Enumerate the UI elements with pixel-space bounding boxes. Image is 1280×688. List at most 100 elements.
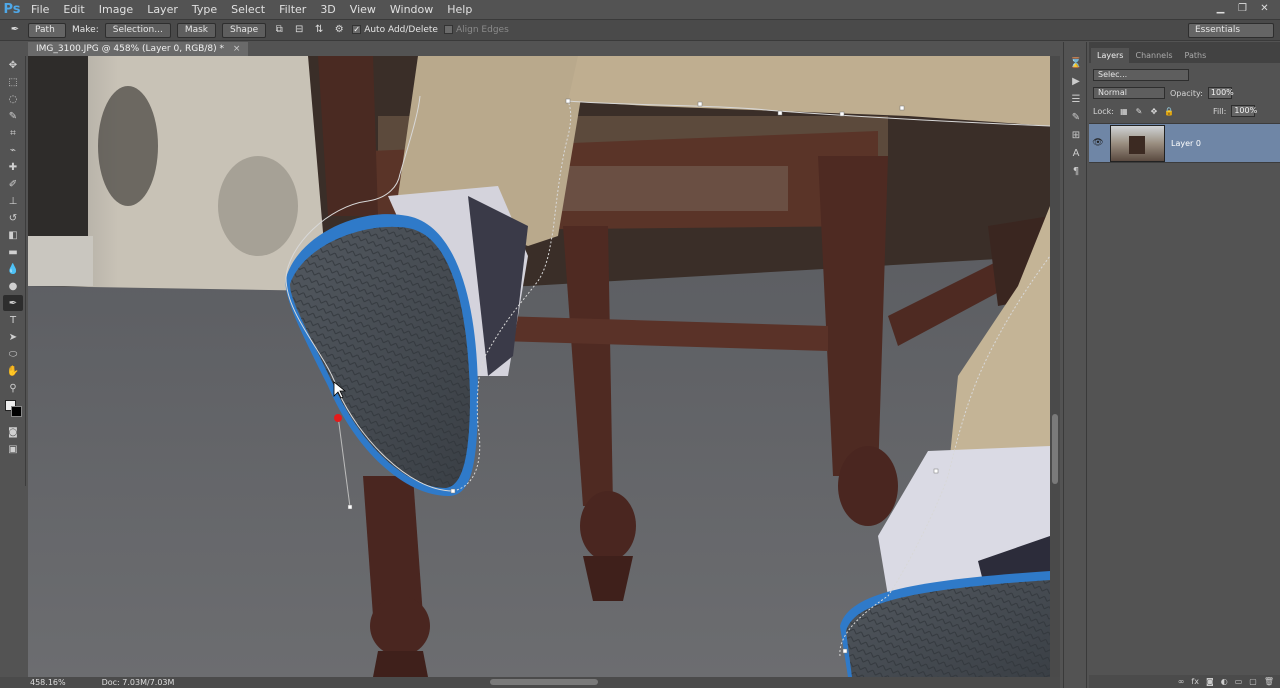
fill-field[interactable]: 100%	[1231, 105, 1257, 117]
brush-presets-icon[interactable]: ⊞	[1067, 128, 1085, 143]
color-swatches[interactable]	[2, 400, 24, 420]
make-selection-button[interactable]: Selection...	[104, 22, 171, 38]
add-mask-icon[interactable]: ◙	[1206, 677, 1214, 686]
eraser-tool-icon[interactable]: ◧	[3, 227, 23, 243]
brush-tool-icon[interactable]: ✐	[3, 176, 23, 192]
make-mask-button[interactable]: Mask	[176, 22, 216, 38]
vertical-scrollbar[interactable]	[1050, 56, 1060, 677]
menu-select[interactable]: Select	[224, 0, 272, 19]
document-canvas[interactable]	[28, 56, 1050, 677]
menu-view[interactable]: View	[343, 0, 383, 19]
minimize-button[interactable]: ▁	[1211, 2, 1230, 16]
menu-help[interactable]: Help	[440, 0, 479, 19]
menu-bar: Ps File Edit Image Layer Type Select Fil…	[0, 0, 1280, 19]
background-color-swatch[interactable]	[11, 406, 22, 417]
panel-tabs: Layers Channels Paths	[1089, 42, 1280, 63]
menu-window[interactable]: Window	[383, 0, 440, 19]
hand-tool-icon[interactable]: ✋	[3, 363, 23, 379]
lock-image-icon[interactable]: ✎	[1134, 107, 1144, 116]
screen-mode-icon[interactable]: ▣	[3, 441, 23, 457]
doc-size-info: Doc: 7.03M/7.03M	[101, 678, 175, 687]
paragraph-panel-icon[interactable]: ¶	[1067, 164, 1085, 179]
properties-panel-icon[interactable]: ☰	[1067, 92, 1085, 107]
path-arrangement-icon[interactable]: ⇅	[312, 23, 326, 37]
pen-icon[interactable]: ✒	[8, 23, 22, 37]
path-selection-tool-icon[interactable]: ➤	[3, 329, 23, 345]
close-button[interactable]: ✕	[1255, 2, 1274, 16]
eye-icon[interactable]: 👁	[1089, 138, 1107, 148]
window-controls: ▁ ❐ ✕	[1211, 2, 1274, 16]
menu-type[interactable]: Type	[185, 0, 224, 19]
healing-brush-tool-icon[interactable]: ✚	[3, 159, 23, 175]
lasso-tool-icon[interactable]: ◌	[3, 91, 23, 107]
new-group-icon[interactable]: ▭	[1235, 677, 1243, 686]
horizontal-scroll-thumb[interactable]	[490, 679, 598, 685]
eyedropper-tool-icon[interactable]: ⌁	[3, 142, 23, 158]
layer-thumbnail	[1110, 124, 1165, 162]
checkbox-checked-icon: ✓	[352, 25, 362, 34]
align-edges-label: Align Edges	[455, 25, 509, 35]
menu-file[interactable]: File	[24, 0, 56, 19]
gear-icon[interactable]: ⚙	[332, 23, 346, 37]
auto-add-delete-checkbox[interactable]: ✓ Auto Add/Delete	[352, 25, 438, 35]
layers-panel: Layers Channels Paths Selec... Normal Op…	[1089, 42, 1280, 688]
move-tool-icon[interactable]: ✥	[3, 57, 23, 73]
photo-image	[28, 56, 1050, 677]
adjustment-layer-icon[interactable]: ◐	[1221, 677, 1228, 686]
history-panel-icon[interactable]: ⌛	[1067, 56, 1085, 71]
checkbox-unchecked-icon	[443, 25, 453, 34]
document-tab-bar: IMG_3100.JPG @ 458% (Layer 0, RGB/8) * ×	[28, 42, 249, 56]
fill-label: Fill:	[1212, 106, 1227, 116]
workspace-dropdown[interactable]: Essentials	[1188, 23, 1274, 38]
tab-channels[interactable]: Channels	[1129, 48, 1178, 63]
close-tab-icon[interactable]: ×	[233, 44, 241, 54]
quick-mask-icon[interactable]: ◙	[3, 424, 23, 440]
history-brush-tool-icon[interactable]: ↺	[3, 210, 23, 226]
blur-tool-icon[interactable]: 💧	[3, 261, 23, 277]
tab-layers[interactable]: Layers	[1091, 48, 1130, 63]
menu-filter[interactable]: Filter	[272, 0, 313, 19]
zoom-tool-icon[interactable]: ⚲	[3, 380, 23, 396]
lock-all-icon[interactable]: 🔒	[1164, 107, 1174, 116]
align-edges-checkbox[interactable]: Align Edges	[443, 25, 509, 35]
make-shape-button[interactable]: Shape	[222, 22, 267, 38]
lock-position-icon[interactable]: ✥	[1149, 107, 1159, 116]
pen-tool-icon[interactable]: ✒	[3, 295, 23, 311]
clone-stamp-tool-icon[interactable]: ⊥	[3, 193, 23, 209]
lock-transparent-icon[interactable]: ▦	[1119, 107, 1129, 116]
brush-panel-icon[interactable]: ✎	[1067, 110, 1085, 125]
path-mode-dropdown[interactable]: Path	[28, 22, 66, 38]
menu-image[interactable]: Image	[92, 0, 140, 19]
zoom-level[interactable]: 458.16%	[30, 678, 66, 687]
layer-filter-dropdown[interactable]: Selec...	[1093, 69, 1189, 81]
layer-row[interactable]: 👁 Layer 0	[1089, 123, 1280, 163]
crop-tool-icon[interactable]: ⌗	[3, 125, 23, 141]
trash-icon[interactable]: 🗑	[1264, 677, 1274, 686]
quick-select-tool-icon[interactable]: ✎	[3, 108, 23, 124]
restore-button[interactable]: ❐	[1233, 2, 1252, 16]
shape-tool-icon[interactable]: ⬭	[3, 346, 23, 362]
menu-3d[interactable]: 3D	[313, 0, 342, 19]
app-logo: Ps	[3, 2, 21, 17]
blend-mode-dropdown[interactable]: Normal	[1093, 87, 1165, 99]
menu-edit[interactable]: Edit	[56, 0, 91, 19]
marquee-tool-icon[interactable]: ⬚	[3, 74, 23, 90]
layer-name[interactable]: Layer 0	[1171, 139, 1201, 148]
link-layers-icon[interactable]: ∞	[1178, 677, 1185, 686]
tab-paths[interactable]: Paths	[1179, 48, 1213, 63]
character-panel-icon[interactable]: A	[1067, 146, 1085, 161]
vertical-scroll-thumb[interactable]	[1052, 414, 1058, 484]
gradient-tool-icon[interactable]: ▬	[3, 244, 23, 260]
dodge-tool-icon[interactable]: ●	[3, 278, 23, 294]
fx-icon[interactable]: fx	[1191, 677, 1199, 686]
menu-layer[interactable]: Layer	[140, 0, 185, 19]
panel-footer: ∞ fx ◙ ◐ ▭ ▢ 🗑	[1089, 675, 1280, 688]
actions-panel-icon[interactable]: ▶	[1067, 74, 1085, 89]
new-layer-icon[interactable]: ▢	[1249, 677, 1257, 686]
document-tab[interactable]: IMG_3100.JPG @ 458% (Layer 0, RGB/8) * ×	[28, 42, 249, 56]
path-alignment-icon[interactable]: ⊟	[292, 23, 306, 37]
opacity-field[interactable]: 100%	[1207, 87, 1234, 99]
options-bar: ✒ Path Make: Selection... Mask Shape ⧉ ⊟…	[0, 19, 1280, 41]
type-tool-icon[interactable]: T	[3, 312, 23, 328]
path-operations-icon[interactable]: ⧉	[272, 23, 286, 37]
